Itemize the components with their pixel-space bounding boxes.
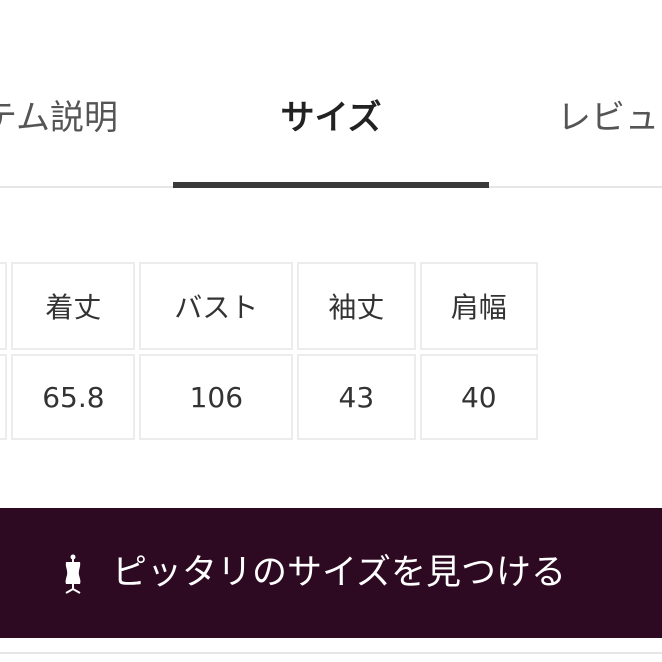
size-header-cell: バスト (139, 262, 294, 350)
size-table-row: 65.8 106 43 40 (0, 354, 538, 440)
tab-item-description[interactable]: テム説明 (0, 90, 118, 146)
tab-reviews[interactable]: レビュ (557, 90, 659, 146)
size-header-cell: 袖丈 (297, 262, 416, 350)
product-tabs: テム説明 サイズ レビュ (0, 0, 662, 190)
size-value-cell: 65.8 (11, 354, 136, 440)
find-my-size-button[interactable]: ピッタリのサイズを見つける (0, 508, 662, 638)
active-tab-indicator (173, 182, 489, 188)
size-value-cell: 106 (139, 354, 294, 440)
size-header-cell: 肩幅 (419, 262, 538, 350)
size-header-cell: 着丈 (11, 262, 136, 350)
bottom-divider (0, 652, 662, 654)
tab-size[interactable]: サイズ (173, 90, 489, 146)
size-header-cell (0, 262, 8, 350)
size-table-header-row: 着丈 バスト 袖丈 肩幅 (0, 262, 538, 350)
size-value-cell (0, 354, 8, 440)
size-value-cell: 40 (419, 354, 538, 440)
product-size-panel: テム説明 サイズ レビュ 着丈 バスト 袖丈 肩幅 65.8 106 43 40 (0, 0, 662, 662)
find-my-size-label: ピッタリのサイズを見つける (112, 553, 566, 593)
dress-form-icon (65, 554, 81, 594)
size-value-cell: 43 (297, 354, 416, 440)
size-table: 着丈 バスト 袖丈 肩幅 65.8 106 43 40 (0, 258, 542, 444)
